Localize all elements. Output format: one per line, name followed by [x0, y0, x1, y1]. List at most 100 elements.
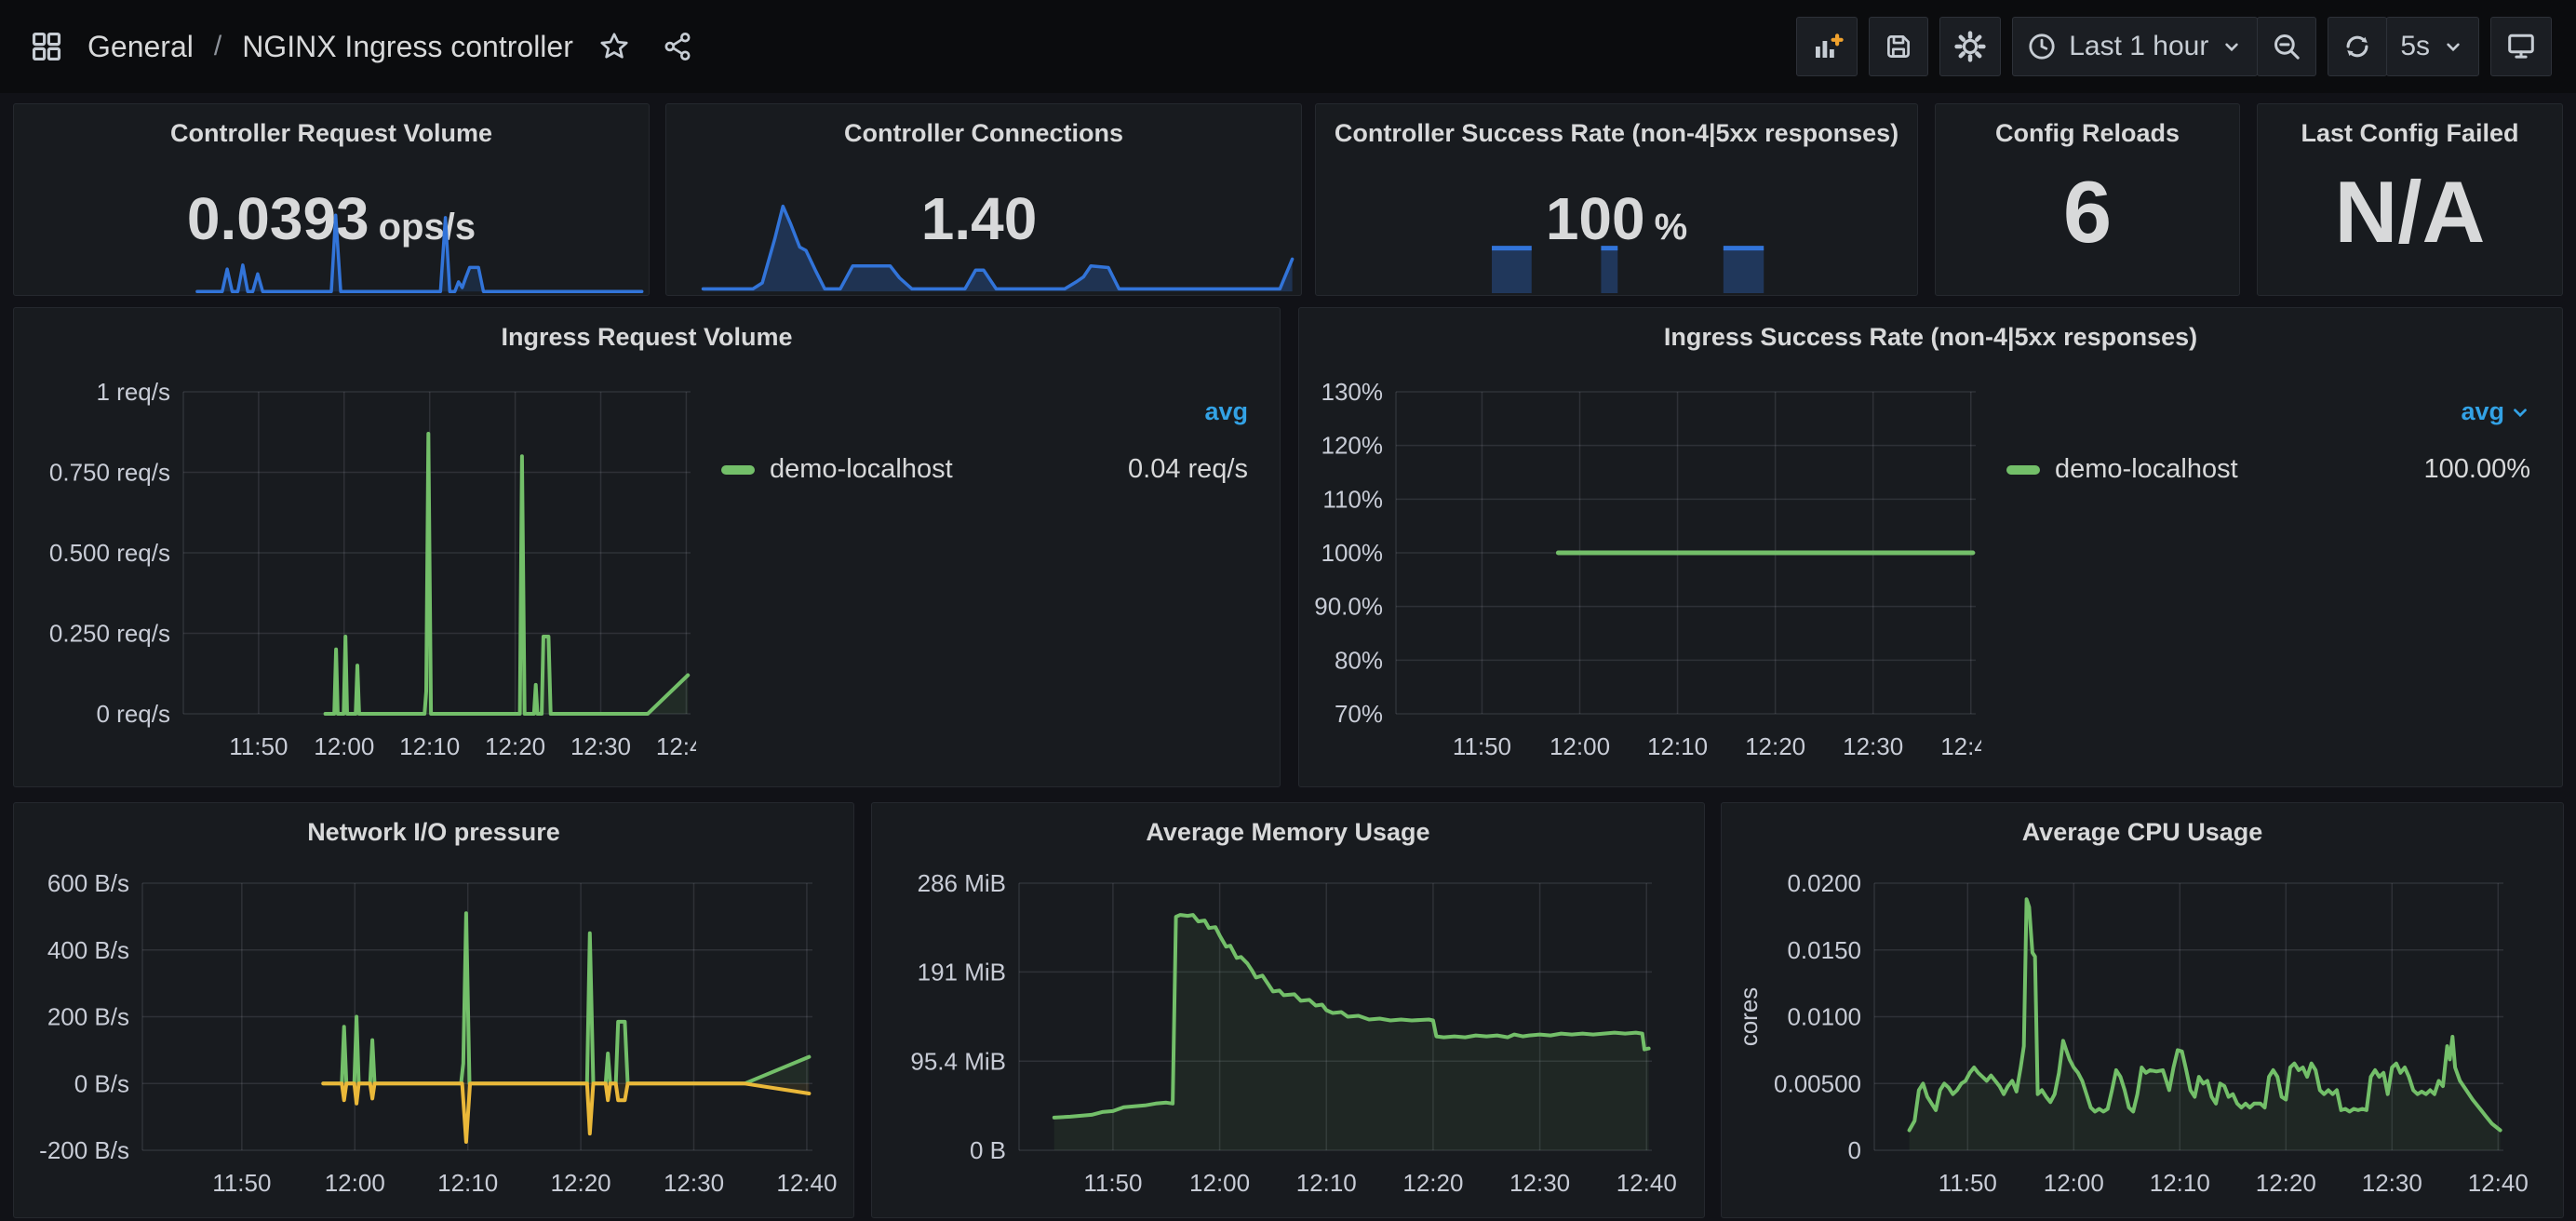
add-panel-button[interactable] [1796, 17, 1858, 76]
legend-header-avg[interactable]: avg [721, 397, 1248, 426]
svg-text:80%: 80% [1335, 646, 1383, 674]
legend-row: demo-localhost 100.00% [2006, 454, 2530, 485]
refresh-dashboard-button[interactable] [2328, 17, 2387, 76]
svg-text:11:50: 11:50 [1939, 1169, 1997, 1197]
svg-text:11:50: 11:50 [229, 732, 288, 760]
connections-sparkline [670, 198, 1297, 293]
memory-usage-chart[interactable]: 286 MiB191 MiB95.4 MiB0 B11:5012:0012:10… [879, 861, 1697, 1210]
svg-text:-200 B/s: -200 B/s [39, 1136, 129, 1164]
series-avg-value: 100.00% [2424, 454, 2531, 485]
chevron-down-icon [2510, 402, 2530, 423]
panel-ingress-request-volume: Ingress Request Volume 1 req/s0.750 req/… [13, 307, 1281, 787]
top-nav-bar: General / NGINX Ingress controller [0, 0, 2576, 93]
svg-text:0: 0 [1848, 1136, 1861, 1164]
cpu-usage-chart[interactable]: 0.02000.01500.01000.00500011:5012:0012:1… [1729, 861, 2556, 1210]
monitor-icon [2504, 30, 2538, 63]
panel-title[interactable]: Average CPU Usage [1722, 818, 2563, 847]
panel-title[interactable]: Controller Connections [666, 119, 1301, 148]
series-label[interactable]: demo-localhost [770, 454, 953, 485]
svg-text:0.500 req/s: 0.500 req/s [49, 539, 170, 567]
add-panel-icon [1810, 30, 1844, 63]
panel-title[interactable]: Last Config Failed [2258, 119, 2562, 148]
apps-grid-icon[interactable] [24, 24, 69, 69]
svg-text:70%: 70% [1335, 700, 1383, 728]
svg-text:12:10: 12:10 [1296, 1169, 1357, 1197]
cycle-view-mode-button[interactable] [2490, 17, 2552, 76]
legend: avg demo-localhost 0.04 req/s [721, 397, 1248, 485]
share-icon[interactable] [655, 24, 700, 69]
dashboard-settings-button[interactable] [1939, 17, 2001, 76]
svg-text:12:10: 12:10 [2150, 1169, 2210, 1197]
panel-title[interactable]: Ingress Request Volume [14, 323, 1280, 352]
svg-text:0.250 req/s: 0.250 req/s [49, 620, 170, 648]
refresh-icon [2341, 31, 2373, 62]
svg-text:286 MiB: 286 MiB [918, 869, 1006, 897]
svg-text:95.4 MiB: 95.4 MiB [910, 1047, 1006, 1075]
svg-text:12:10: 12:10 [1647, 732, 1708, 760]
panel-average-cpu-usage: Average CPU Usage 0.02000.01500.01000.00… [1721, 802, 2564, 1218]
svg-text:11:50: 11:50 [1453, 732, 1511, 760]
svg-text:12:00: 12:00 [325, 1169, 385, 1197]
svg-text:191 MiB: 191 MiB [918, 958, 1006, 986]
svg-text:12:40: 12:40 [776, 1169, 837, 1197]
svg-text:0 B/s: 0 B/s [74, 1069, 129, 1097]
stat-value-line: N/A [2258, 162, 2562, 262]
svg-text:0.00500: 0.00500 [1774, 1069, 1861, 1097]
series-color-marker[interactable] [721, 465, 755, 475]
ingress-success-rate-chart[interactable]: 130%120%110%100%90.0%80%70%11:5012:0012:… [1307, 368, 1981, 777]
series-avg-value: 0.04 req/s [1128, 454, 1248, 485]
svg-text:12:20: 12:20 [485, 732, 545, 760]
time-range-picker[interactable]: Last 1 hour [2012, 17, 2258, 76]
svg-text:400 B/s: 400 B/s [47, 936, 129, 964]
svg-text:12:20: 12:20 [2256, 1169, 2316, 1197]
panel-title[interactable]: Average Memory Usage [872, 818, 1704, 847]
svg-text:12:30: 12:30 [570, 732, 631, 760]
svg-text:90.0%: 90.0% [1314, 593, 1383, 621]
svg-text:110%: 110% [1322, 485, 1383, 513]
panel-config-reloads: Config Reloads 6 [1935, 103, 2240, 296]
svg-text:12:30: 12:30 [1509, 1169, 1570, 1197]
svg-text:0.0200: 0.0200 [1787, 869, 1861, 897]
panel-title[interactable]: Network I/O pressure [14, 818, 853, 847]
zoom-out-time-button[interactable] [2257, 17, 2316, 76]
zoom-out-icon [2271, 31, 2302, 62]
panel-controller-success-rate: Controller Success Rate (non-4|5xx respo… [1315, 103, 1918, 296]
legend-header-avg[interactable]: avg [2006, 397, 2530, 426]
panel-title[interactable]: Ingress Success Rate (non-4|5xx response… [1299, 323, 2562, 352]
svg-text:100%: 100% [1322, 539, 1384, 567]
refresh-interval-label: 5s [2400, 31, 2430, 62]
panel-title[interactable]: Controller Success Rate (non-4|5xx respo… [1316, 119, 1917, 148]
request-volume-sparkline [18, 208, 645, 293]
breadcrumb-page-title[interactable]: NGINX Ingress controller [242, 30, 573, 64]
svg-text:200 B/s: 200 B/s [47, 1003, 129, 1031]
breadcrumb-separator: / [214, 31, 221, 62]
svg-text:12:10: 12:10 [399, 732, 460, 760]
svg-text:0 req/s: 0 req/s [97, 700, 171, 728]
refresh-interval-picker[interactable]: 5s [2386, 17, 2479, 76]
svg-text:11:50: 11:50 [212, 1169, 271, 1197]
svg-text:12:30: 12:30 [2362, 1169, 2422, 1197]
panel-title[interactable]: Controller Request Volume [14, 119, 649, 148]
panel-average-memory-usage: Average Memory Usage 286 MiB 191 MiB 95.4 … [871, 802, 1705, 1218]
svg-text:12:00: 12:00 [314, 732, 374, 760]
panel-network-io-pressure: Network I/O pressure 600 B/s400 B/s200 B… [13, 802, 854, 1218]
star-icon[interactable] [592, 24, 637, 69]
svg-text:0 B: 0 B [970, 1136, 1006, 1164]
gear-icon [1953, 30, 1987, 63]
svg-text:12:20: 12:20 [1745, 732, 1805, 760]
save-dashboard-button[interactable] [1869, 17, 1928, 76]
svg-text:0.0100: 0.0100 [1787, 1003, 1861, 1031]
legend-row: demo-localhost 0.04 req/s [721, 454, 1248, 485]
chevron-down-icon [2441, 34, 2465, 59]
panel-title[interactable]: Config Reloads [1936, 119, 2239, 148]
series-label[interactable]: demo-localhost [2055, 454, 2238, 485]
svg-text:1 req/s: 1 req/s [97, 378, 171, 406]
svg-text:12:10: 12:10 [437, 1169, 498, 1197]
svg-text:12:20: 12:20 [1402, 1169, 1463, 1197]
ingress-request-volume-chart[interactable]: 1 req/s0.750 req/s0.500 req/s0.250 req/s… [21, 368, 696, 777]
series-color-marker[interactable] [2006, 465, 2040, 475]
svg-text:12:40: 12:40 [1940, 732, 1981, 760]
network-io-chart[interactable]: 600 B/s400 B/s200 B/s0 B/s-200 B/s11:501… [21, 861, 846, 1210]
breadcrumb-section[interactable]: General [87, 30, 194, 64]
svg-text:12:40: 12:40 [2468, 1169, 2529, 1197]
